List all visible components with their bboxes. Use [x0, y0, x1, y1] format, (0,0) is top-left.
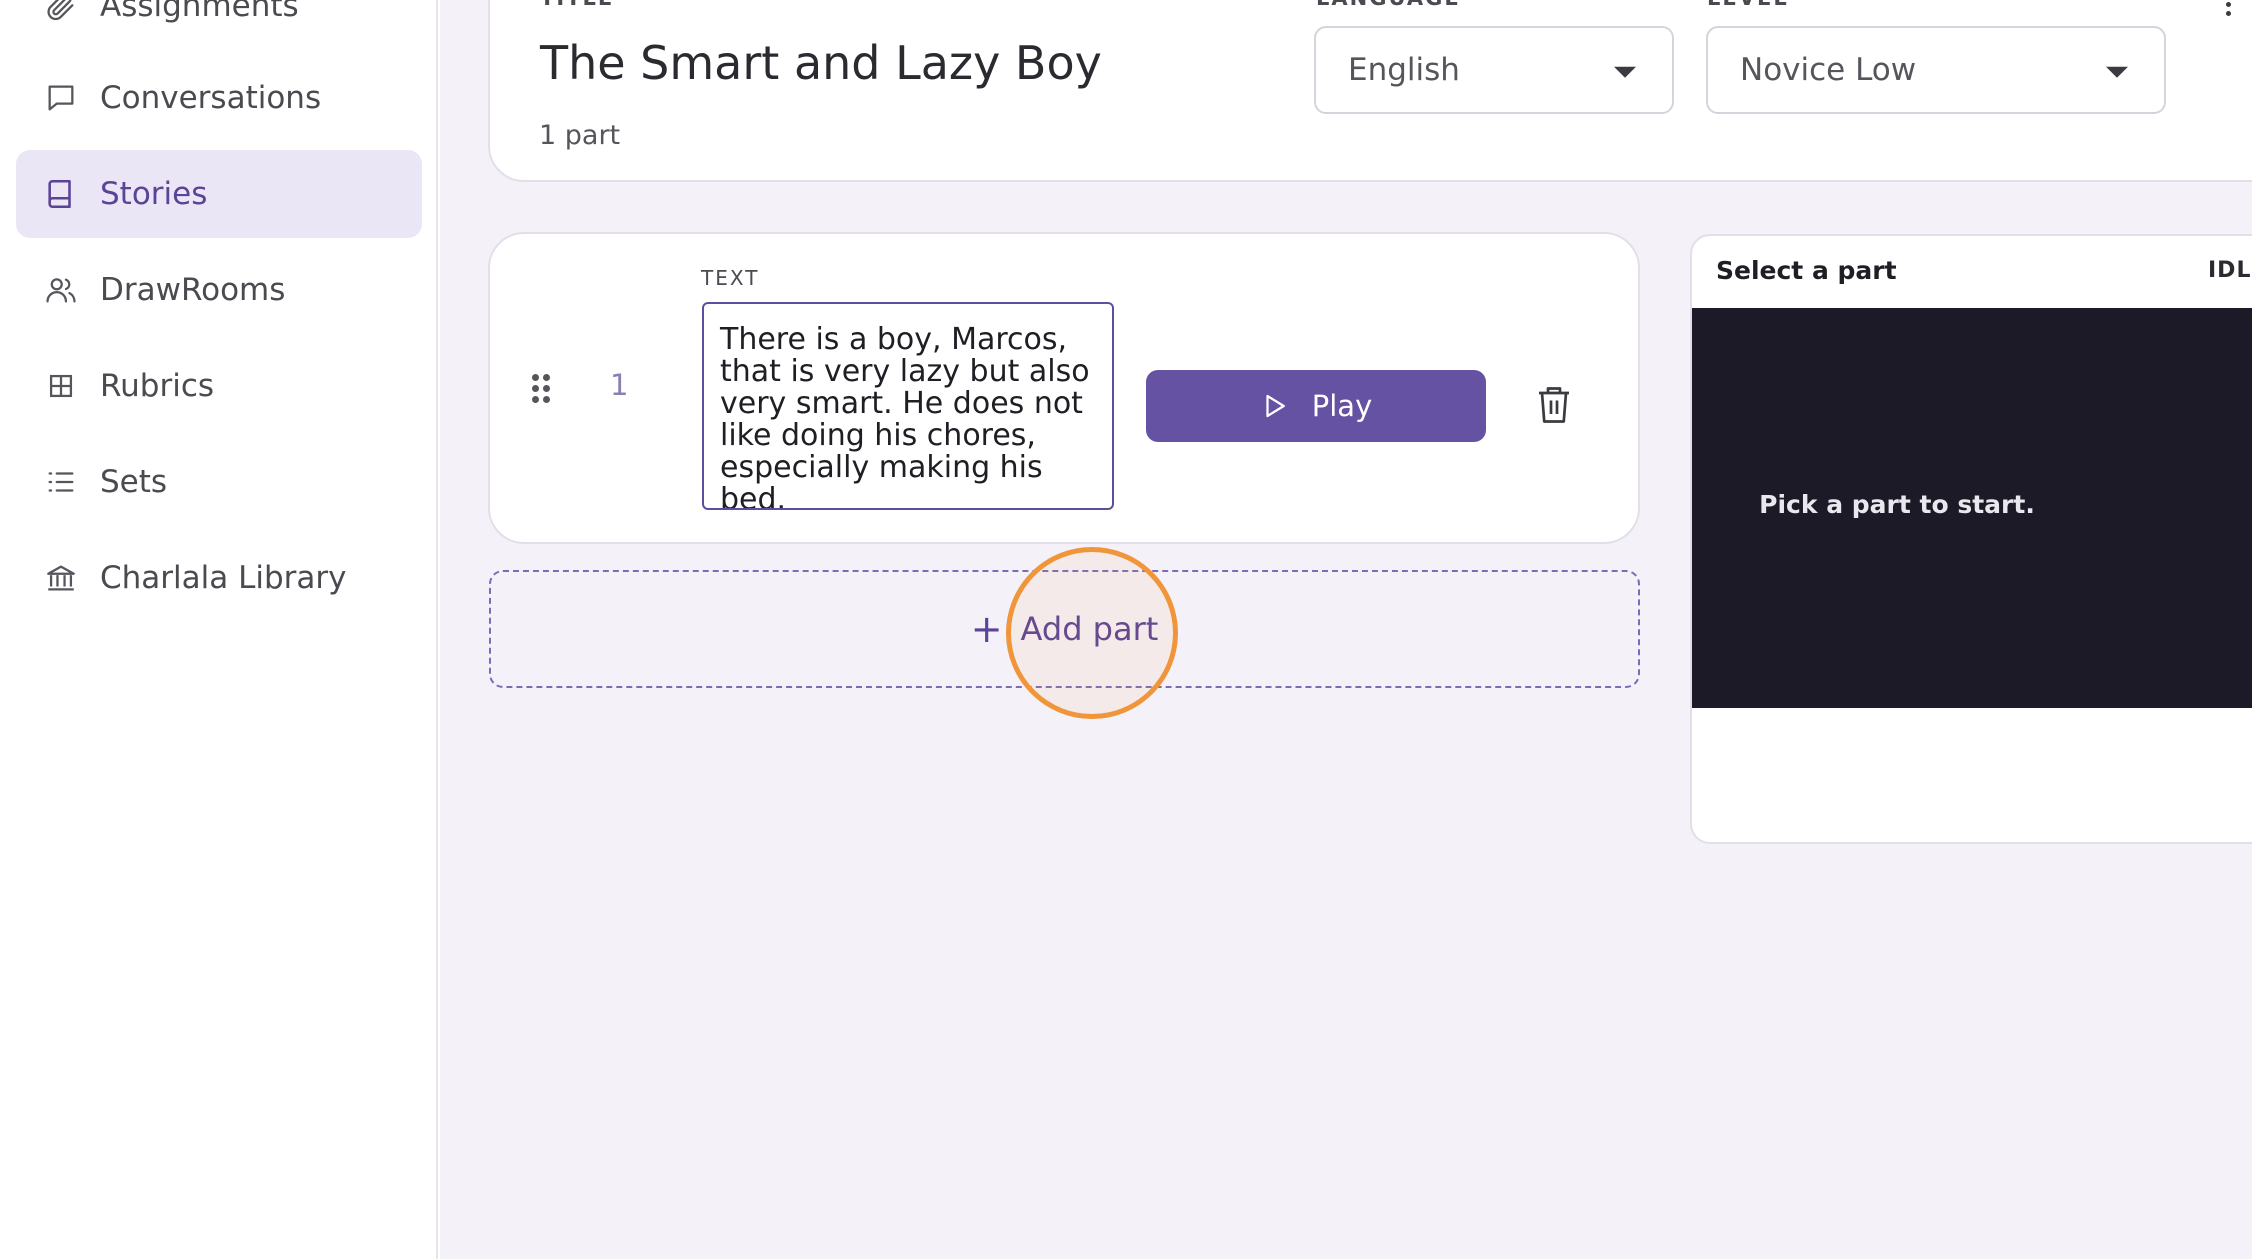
- language-field-label: LANGUAGE: [1316, 0, 1461, 10]
- preview-screen: Pick a part to start.: [1692, 308, 2252, 708]
- paperclip-icon: [44, 0, 78, 23]
- sidebar-item-label: Charlala Library: [100, 560, 347, 596]
- chevron-down-icon: [1614, 66, 1636, 78]
- sidebar-item-assignments[interactable]: Assignments: [16, 0, 422, 50]
- plus-icon: +: [970, 607, 1003, 651]
- play-button[interactable]: Play: [1146, 370, 1486, 442]
- sidebar-item-label: Rubrics: [100, 368, 215, 404]
- app-root: Assignments Conversations Stories DrawRo…: [0, 0, 2252, 1259]
- sidebar-item-label: Stories: [100, 176, 208, 212]
- part-number: 1: [610, 368, 629, 402]
- preview-status-badge: IDLE: [2208, 258, 2252, 283]
- sidebar-item-label: DrawRooms: [100, 272, 286, 308]
- title-field-label: TITLE: [540, 0, 614, 10]
- part-preview-panel: Select a part IDLE Pick a part to start.: [1690, 234, 2252, 844]
- language-select[interactable]: English: [1314, 26, 1674, 114]
- grid-icon: [44, 369, 78, 403]
- sidebar: Assignments Conversations Stories DrawRo…: [0, 0, 438, 1259]
- part-text-label: TEXT: [701, 266, 760, 290]
- chevron-down-icon: [2106, 66, 2128, 78]
- trash-icon[interactable]: [1536, 384, 1572, 426]
- add-part-label: Add part: [1020, 610, 1159, 648]
- story-title[interactable]: The Smart and Lazy Boy: [540, 36, 1102, 90]
- sidebar-item-conversations[interactable]: Conversations: [16, 54, 422, 142]
- add-part-button[interactable]: + Add part: [489, 570, 1640, 688]
- book-icon: [44, 177, 78, 211]
- play-icon: [1266, 394, 1285, 418]
- preview-title: Select a part: [1716, 256, 1897, 285]
- sidebar-item-label: Sets: [100, 464, 168, 500]
- sidebar-item-label: Conversations: [100, 80, 322, 116]
- play-button-label: Play: [1311, 389, 1373, 423]
- preview-empty-message: Pick a part to start.: [1759, 490, 2035, 519]
- chat-icon: [44, 81, 78, 115]
- level-select[interactable]: Novice Low: [1706, 26, 2166, 114]
- sidebar-item-stories[interactable]: Stories: [16, 150, 422, 238]
- list-icon: [44, 465, 78, 499]
- level-field-label: LEVEL: [1707, 0, 1789, 10]
- more-options-icon[interactable]: [2226, 2, 2238, 26]
- parts-count: 1 part: [539, 120, 621, 151]
- language-select-value: English: [1348, 52, 1460, 88]
- users-icon: [44, 273, 78, 307]
- level-select-value: Novice Low: [1740, 52, 1917, 88]
- sidebar-item-rubrics[interactable]: Rubrics: [16, 342, 422, 430]
- part-text-input[interactable]: There is a boy, Marcos, that is very laz…: [702, 302, 1114, 510]
- library-icon: [44, 561, 78, 595]
- sidebar-item-charlala-library[interactable]: Charlala Library: [16, 534, 422, 622]
- sidebar-item-drawrooms[interactable]: DrawRooms: [16, 246, 422, 334]
- sidebar-item-label: Assignments: [100, 0, 299, 24]
- sidebar-item-sets[interactable]: Sets: [16, 438, 422, 526]
- drag-handle-icon[interactable]: [532, 374, 552, 404]
